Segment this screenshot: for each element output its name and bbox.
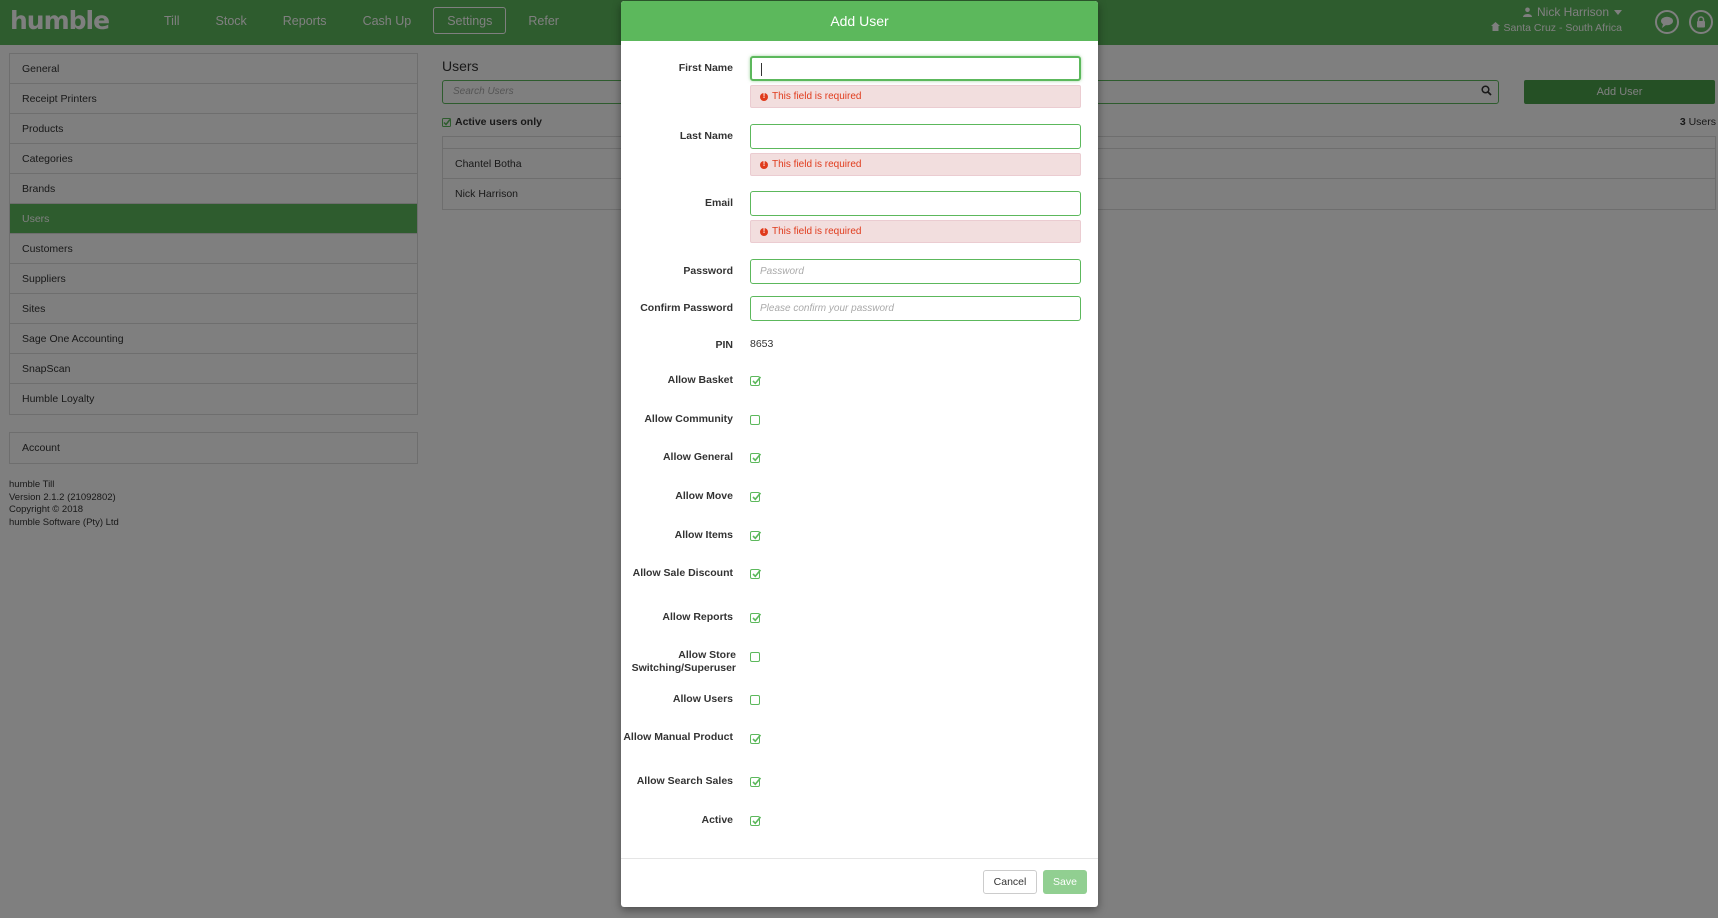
save-button[interactable]: Save [1043, 870, 1087, 894]
perm-label: Allow Store Switching/Superuser [631, 649, 736, 674]
perm-checkbox[interactable] [750, 734, 762, 744]
check-icon [752, 453, 762, 462]
perm-checkbox[interactable] [750, 492, 762, 502]
password-field[interactable]: Password [750, 259, 1081, 284]
pin-value: 8653 [750, 338, 774, 350]
check-icon [752, 492, 762, 501]
perm-label: Allow Manual Product [623, 731, 733, 743]
perm-checkbox[interactable] [750, 816, 762, 826]
text-caret [761, 62, 762, 76]
last-name-label: Last Name [679, 130, 733, 142]
email-error: ! This field is required [750, 220, 1081, 243]
modal-footer-divider [621, 858, 1098, 859]
email-label: Email [704, 197, 733, 209]
password-label: Password [683, 265, 733, 277]
perm-checkbox[interactable] [750, 695, 760, 705]
email-field[interactable] [750, 191, 1081, 216]
perm-checkbox[interactable] [750, 652, 760, 662]
first-name-label: First Name [678, 62, 733, 74]
error-icon: ! [760, 160, 768, 169]
check-icon [752, 531, 762, 540]
perm-label: Allow General [662, 451, 733, 463]
perm-label: Allow Sale Discount [632, 567, 733, 579]
perm-checkbox[interactable] [750, 453, 762, 463]
first-name-field[interactable] [750, 56, 1081, 81]
perm-checkbox[interactable] [750, 777, 762, 787]
check-icon [752, 569, 762, 578]
perm-checkbox[interactable] [750, 613, 762, 623]
check-icon [752, 816, 762, 825]
perm-checkbox[interactable] [750, 376, 762, 386]
check-icon [752, 777, 762, 786]
perm-label: Active [701, 814, 733, 826]
first-name-error-text: This field is required [772, 91, 862, 102]
modal-title: Add User [621, 1, 1098, 41]
cancel-button[interactable]: Cancel [983, 870, 1037, 894]
last-name-field[interactable] [750, 124, 1081, 149]
perm-label: Allow Users [672, 693, 733, 705]
add-user-modal: Add User First Name ! This field is requ… [621, 1, 1098, 907]
error-icon: ! [760, 92, 768, 101]
check-icon [752, 734, 762, 743]
perm-checkbox[interactable] [750, 415, 760, 425]
first-name-error: ! This field is required [750, 85, 1081, 108]
perm-label: Allow Basket [667, 374, 733, 386]
last-name-error: ! This field is required [750, 153, 1081, 176]
confirm-password-field[interactable]: Please confirm your password [750, 296, 1081, 321]
perm-label: Allow Search Sales [636, 775, 733, 787]
check-icon [752, 376, 762, 385]
email-error-text: This field is required [772, 226, 862, 237]
perm-label: Allow Community [644, 413, 733, 425]
perm-label: Allow Items [674, 529, 733, 541]
perm-checkbox[interactable] [750, 531, 762, 541]
error-icon: ! [760, 227, 768, 236]
pin-label: PIN [715, 339, 733, 351]
confirm-password-label: Confirm Password [640, 302, 733, 314]
perm-label: Allow Reports [662, 611, 733, 623]
last-name-error-text: This field is required [772, 159, 862, 170]
perm-checkbox[interactable] [750, 569, 762, 579]
perm-label: Allow Move [675, 490, 733, 502]
check-icon [752, 613, 762, 622]
